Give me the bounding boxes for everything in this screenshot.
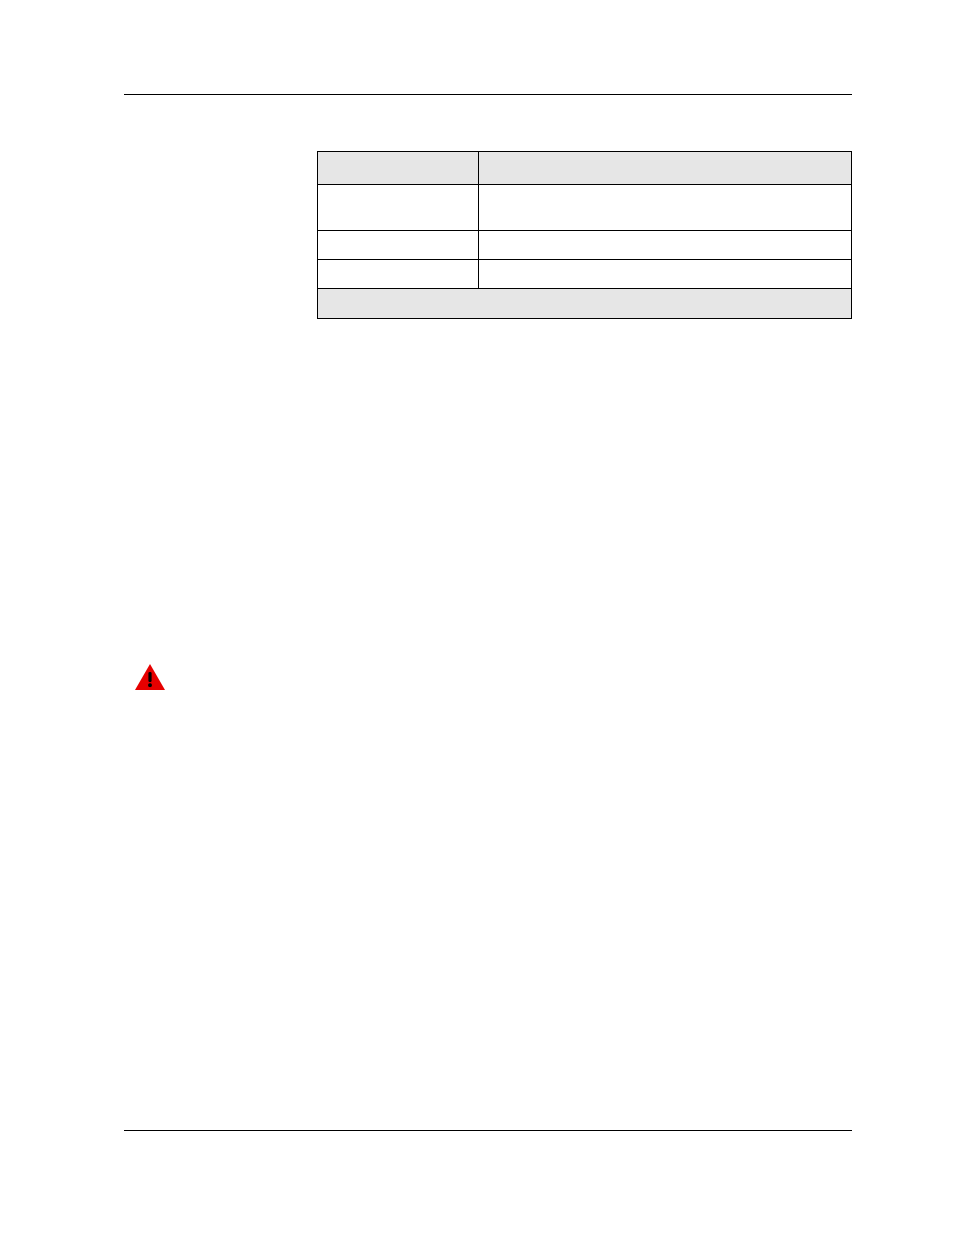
table-cell (479, 231, 852, 260)
top-rule (124, 94, 852, 95)
table-cell (318, 260, 479, 289)
table-row (318, 185, 852, 231)
table-header-cell (318, 152, 479, 185)
table-cell (318, 231, 479, 260)
table-footer-cell (318, 289, 852, 319)
table-row (318, 260, 852, 289)
table-cell (318, 185, 479, 231)
bottom-rule (124, 1130, 852, 1131)
table-header-cell (479, 152, 852, 185)
table-cell (479, 260, 852, 289)
warning-icon (135, 664, 165, 690)
table-row (318, 231, 852, 260)
table-footer-row (318, 289, 852, 319)
spec-table (317, 151, 852, 319)
table-header-row (318, 152, 852, 185)
table-cell (479, 185, 852, 231)
